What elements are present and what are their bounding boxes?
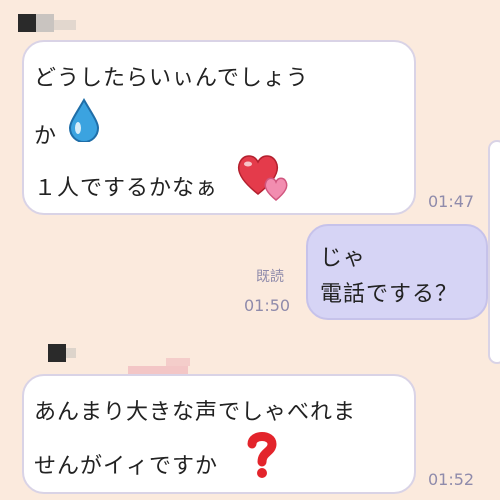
message-timestamp: 01:47: [428, 192, 475, 211]
message-line: 電話でする？: [320, 282, 459, 307]
sender-avatar-bottom[interactable]: [48, 344, 198, 376]
water-drop-icon: [66, 97, 102, 146]
incoming-message-bubble[interactable]: あんまり大きな声でしゃべれま せんがイィですか: [22, 374, 416, 494]
message-line: あんまり大きな声でしゃべれま: [34, 400, 357, 425]
message-timestamp: 01:50: [244, 296, 291, 315]
message-line: せんがイィですか: [34, 454, 219, 479]
partial-bubble-edge: [488, 140, 500, 364]
incoming-message-bubble[interactable]: どうしたらいぃんでしょう か １人でするかなぁ: [22, 40, 416, 215]
message-timestamp: 01:52: [428, 470, 475, 489]
red-question-icon: [244, 428, 280, 484]
sender-avatar-top[interactable]: [18, 14, 78, 38]
outgoing-message-bubble[interactable]: じゃ 電話でする？: [306, 224, 488, 320]
read-receipt: 既読: [256, 269, 284, 285]
message-line: じゃ: [320, 246, 367, 271]
message-line: １人でするかなぁ: [34, 176, 219, 201]
message-line: どうしたらいぃんでしょう: [34, 66, 309, 91]
message-line: か: [34, 124, 58, 149]
two-hearts-icon: [236, 150, 294, 206]
